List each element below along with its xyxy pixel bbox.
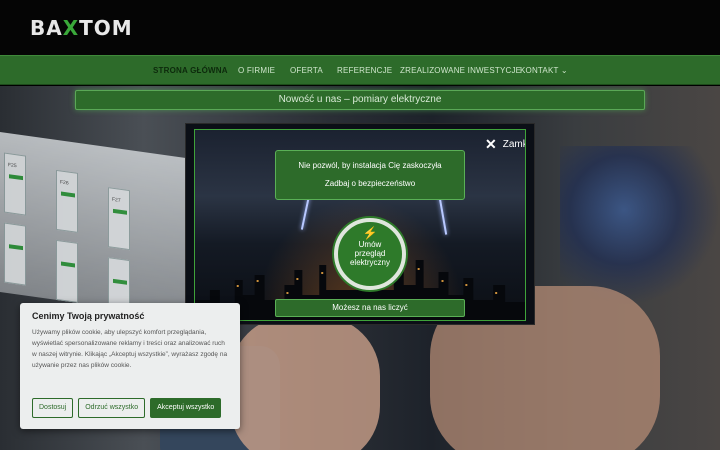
cookie-buttons: Dostosuj Odrzuć wszystko Akceptuj wszyst… xyxy=(32,398,222,418)
breaker xyxy=(56,239,78,303)
lightning-icon: ⚡ xyxy=(362,226,378,240)
modal-storm-image: ✕ Zamknij Nie pozwól, by instalacja Cię … xyxy=(194,129,526,321)
main-nav: STRONA GŁÓWNA O FIRMIE OFERTA REFERENCJE… xyxy=(0,55,720,85)
nav-item-offer[interactable]: OFERTA xyxy=(290,56,323,86)
accept-all-button[interactable]: Akceptuj wszystko xyxy=(150,398,222,418)
breaker-panel-image: F25 F26 F27 xyxy=(0,131,200,321)
close-icon: ✕ xyxy=(485,136,497,152)
cta-line-1: Umów xyxy=(358,240,382,249)
nav-item-about[interactable]: O FIRMIE xyxy=(238,56,275,86)
breaker-label: F26 xyxy=(60,179,69,187)
page: BAXTOM STRONA GŁÓWNA O FIRMIE OFERTA REF… xyxy=(0,0,720,450)
cta-line-2: przegląd xyxy=(354,249,386,258)
nav-item-contact[interactable]: KONTAKT ⌄ xyxy=(520,56,568,86)
nav-item-home[interactable]: STRONA GŁÓWNA xyxy=(153,56,228,86)
site-header: BAXTOM xyxy=(0,0,720,55)
nav-item-investments[interactable]: ZREALIZOWANE INWESTYCJE xyxy=(400,56,521,86)
trust-banner[interactable]: Możesz na nas liczyć xyxy=(275,299,465,317)
info-line-1: Nie pozwól, by instalacja Cię zaskoczyła xyxy=(298,161,442,170)
logo-text-end: TOM xyxy=(79,16,133,40)
breaker: F27 xyxy=(108,187,130,251)
logo[interactable]: BAXTOM xyxy=(30,16,133,40)
reject-all-button[interactable]: Odrzuć wszystko xyxy=(78,398,146,418)
cta-line-3: elektryczny xyxy=(349,258,390,267)
close-button[interactable]: ✕ Zamknij xyxy=(485,136,525,153)
nav-item-contact-label: KONTAKT xyxy=(520,66,559,75)
modal-info-box: Nie pozwól, by instalacja Cię zaskoczyła… xyxy=(275,150,465,200)
close-label: Zamknij xyxy=(502,139,525,150)
book-inspection-button[interactable]: ⚡ Umów przegląd elektryczny xyxy=(334,218,406,290)
hand-image xyxy=(230,316,380,450)
info-line-2: Zadbaj o bezpieczeństwo xyxy=(324,179,416,188)
promo-modal: ✕ Zamknij Nie pozwól, by instalacja Cię … xyxy=(185,123,535,325)
breaker: F26 xyxy=(56,169,78,233)
breaker xyxy=(4,222,26,286)
chevron-down-icon: ⌄ xyxy=(560,66,568,75)
logo-text-start: BA xyxy=(30,16,63,40)
wires-image xyxy=(560,146,720,306)
cookie-text: Używamy plików cookie, aby ulepszyć komf… xyxy=(32,329,228,369)
customize-button[interactable]: Dostosuj xyxy=(32,398,74,418)
nav-item-references[interactable]: REFERENCJE xyxy=(337,56,392,86)
breaker-label: F27 xyxy=(112,196,121,204)
cookie-title: Cenimy Twoją prywatność xyxy=(32,311,145,321)
breaker-label: F25 xyxy=(8,162,17,170)
logo-text-x: X xyxy=(62,16,80,40)
news-bar[interactable]: Nowość u nas – pomiary elektryczne xyxy=(75,90,645,110)
breaker: F25 xyxy=(4,152,26,216)
cookie-consent-box: Cenimy Twoją prywatność Używamy plików c… xyxy=(20,303,240,429)
